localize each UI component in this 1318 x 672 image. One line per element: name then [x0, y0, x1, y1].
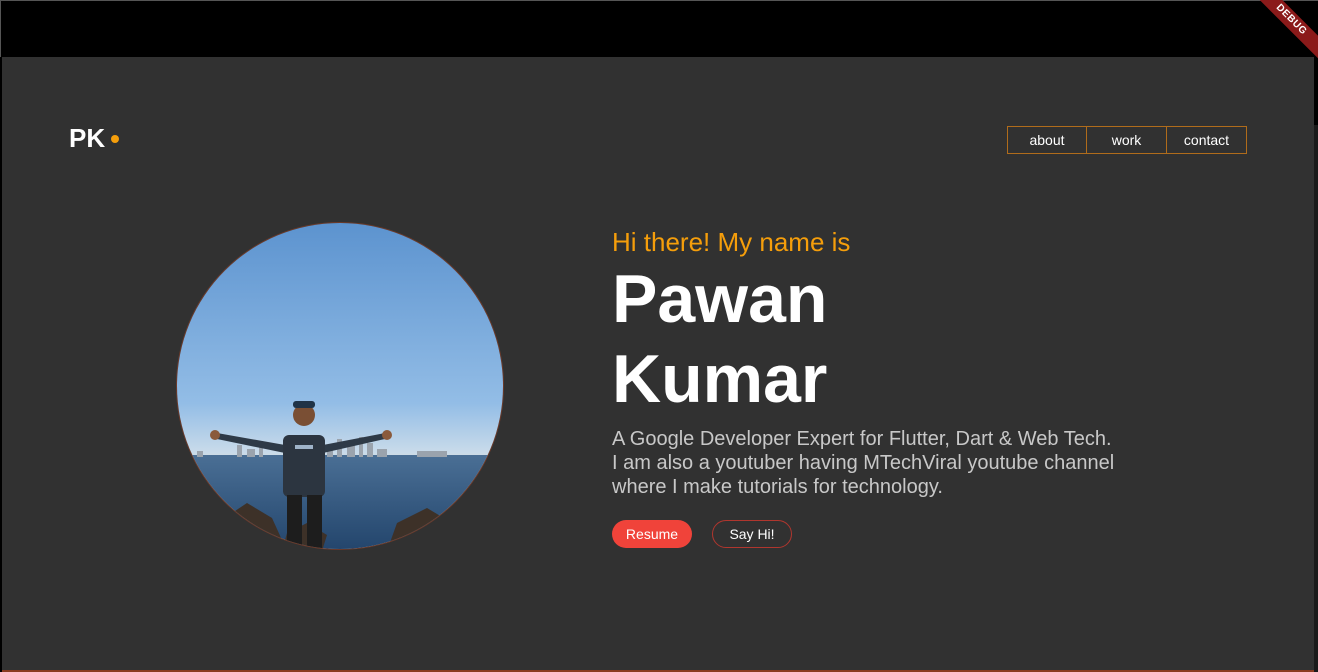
hero-name-first: Pawan [612, 261, 828, 337]
nav-item-contact[interactable]: contact [1167, 126, 1247, 154]
say-hi-button[interactable]: Say Hi! [712, 520, 792, 548]
bio-line-1: A Google Developer Expert for Flutter, D… [612, 428, 1112, 450]
profile-photo [176, 222, 504, 550]
top-bar [0, 0, 1318, 57]
bio-line-3: where I make tutorials for technology. [612, 476, 943, 498]
hero-bio: A Google Developer Expert for Flutter, D… [612, 427, 1172, 499]
hero-name: Pawan Kumar [612, 259, 1012, 419]
logo-dot-icon [111, 134, 120, 143]
profile-photo-image [177, 223, 503, 549]
bio-line-2: I am also a youtuber having MTechViral y… [612, 452, 1115, 474]
logo[interactable]: PK [69, 123, 120, 154]
page-body: PK about work contact Hi there! My name … [2, 57, 1314, 670]
nav-item-work[interactable]: work [1087, 126, 1167, 154]
nav-bar: about work contact [1007, 126, 1247, 154]
hero-name-last: Kumar [612, 341, 828, 417]
resume-button[interactable]: Resume [612, 520, 692, 548]
nav-item-about[interactable]: about [1007, 126, 1087, 154]
greeting-text: Hi there! My name is [612, 227, 851, 257]
scrollbar[interactable] [1314, 125, 1318, 672]
logo-text: PK [69, 123, 106, 153]
